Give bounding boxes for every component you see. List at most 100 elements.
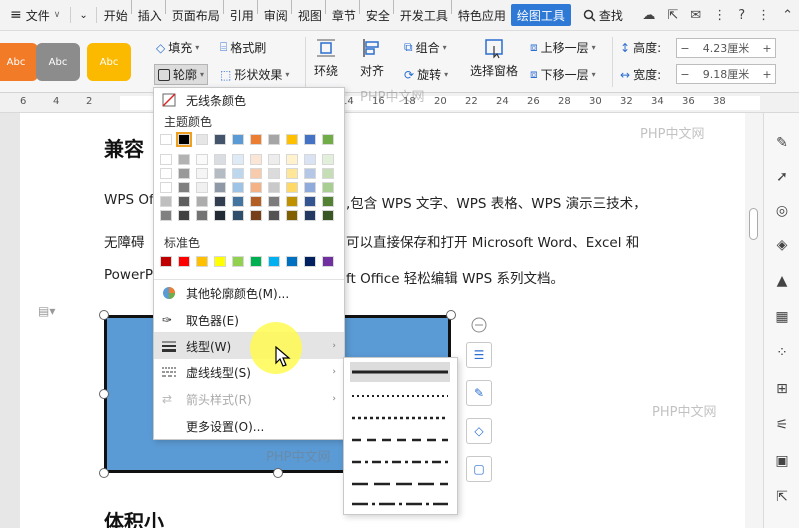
view-icon[interactable]: ⊞: [774, 381, 790, 397]
location-icon[interactable]: ◎: [774, 203, 790, 219]
theme-color-cell[interactable]: [232, 168, 244, 179]
theme-color-cell[interactable]: [232, 182, 244, 193]
theme-color-cell[interactable]: [232, 154, 244, 165]
theme-color-cell[interactable]: [286, 154, 298, 165]
resize-handle[interactable]: [446, 310, 456, 320]
standard-color-cell[interactable]: [286, 256, 298, 267]
shapes-icon[interactable]: ◈: [774, 237, 790, 253]
theme-color-cell[interactable]: [178, 210, 190, 221]
theme-color-cell[interactable]: [268, 210, 280, 221]
fill-style-button[interactable]: ◇: [466, 418, 492, 444]
theme-color-cell[interactable]: [178, 154, 190, 165]
tab-item[interactable]: 视图: [295, 0, 325, 31]
tab-item[interactable]: 开发工具: [397, 0, 451, 31]
theme-color-cell[interactable]: [196, 134, 208, 145]
tab-drawing-tools[interactable]: 绘图工具: [510, 4, 571, 26]
align-button[interactable]: 对齐: [360, 37, 384, 79]
theme-color-cell[interactable]: [214, 134, 226, 145]
theme-color-cell[interactable]: [304, 168, 316, 179]
pen-style-button[interactable]: ✎: [466, 380, 492, 406]
height-input[interactable]: − 4.23厘米 +: [676, 38, 776, 58]
theme-color-cell[interactable]: [232, 196, 244, 207]
shape-effect-button[interactable]: ⬚ 形状效果 ▾: [220, 66, 289, 83]
theme-color-cell[interactable]: [322, 196, 334, 207]
pen-icon[interactable]: ✎: [774, 135, 790, 151]
standard-color-cell[interactable]: [250, 256, 262, 267]
standard-color-cell[interactable]: [214, 256, 226, 267]
theme-color-cell[interactable]: [196, 196, 208, 207]
theme-color-cell[interactable]: [214, 196, 226, 207]
resize-handle[interactable]: [99, 468, 109, 478]
bring-forward-button[interactable]: ⧈ 上移一层 ▾: [530, 39, 596, 56]
theme-color-cell[interactable]: [196, 168, 208, 179]
select-cursor-icon[interactable]: ➚: [774, 169, 790, 185]
theme-color-cell[interactable]: [250, 210, 262, 221]
theme-color-cell[interactable]: [160, 182, 172, 193]
standard-color-cell[interactable]: [268, 256, 280, 267]
settings-sliders-icon[interactable]: ⚟: [774, 417, 790, 433]
more-outline-colors-item[interactable]: 其他轮廓颜色(M)...: [154, 281, 344, 305]
apps-grid-icon[interactable]: ⁘: [774, 345, 790, 361]
theme-color-cell[interactable]: [286, 134, 298, 145]
theme-color-cell[interactable]: [322, 182, 334, 193]
theme-color-cell[interactable]: [304, 134, 316, 145]
standard-color-cell[interactable]: [232, 256, 244, 267]
file-menu[interactable]: ≡ 文件 ∨: [0, 0, 66, 31]
theme-color-cell[interactable]: [304, 210, 316, 221]
dash-type-item[interactable]: 虚线线型(S) ›: [154, 360, 344, 384]
theme-color-cell[interactable]: [214, 154, 226, 165]
theme-color-cell[interactable]: [250, 182, 262, 193]
tab-item[interactable]: 开始: [101, 0, 131, 31]
theme-color-cell[interactable]: [268, 168, 280, 179]
theme-color-cell[interactable]: [178, 196, 190, 207]
increase-width-button[interactable]: +: [759, 68, 775, 81]
theme-color-cell[interactable]: [214, 168, 226, 179]
no-line-color-item[interactable]: 无线条颜色: [154, 88, 344, 112]
standard-color-cell[interactable]: [160, 256, 172, 267]
tab-item[interactable]: 审阅: [261, 0, 291, 31]
standard-color-cell[interactable]: [178, 256, 190, 267]
rotate-button[interactable]: ⟳ 旋转 ▾: [404, 66, 448, 83]
line-type-item[interactable]: 线型(W) ›: [154, 333, 344, 359]
more-settings-item[interactable]: 更多设置(O)...: [154, 414, 344, 438]
shape-style-swatch[interactable]: Abc: [87, 43, 131, 81]
more-dots-icon[interactable]: ⋮: [757, 8, 770, 23]
collapse-icon[interactable]: ⌄: [79, 10, 87, 21]
standard-color-cell[interactable]: [322, 256, 334, 267]
theme-color-cell[interactable]: [286, 168, 298, 179]
resize-handle[interactable]: [99, 389, 109, 399]
more-icon[interactable]: ⋮: [713, 8, 726, 23]
theme-color-cell[interactable]: [160, 134, 172, 145]
theme-color-cell[interactable]: [250, 168, 262, 179]
theme-color-cell[interactable]: [250, 134, 262, 145]
paragraph-icon[interactable]: ▤▾: [38, 304, 55, 318]
line-style-square-dot[interactable]: [350, 408, 450, 428]
cloud-sync-icon[interactable]: ☁: [642, 8, 655, 23]
search-button[interactable]: 查找: [583, 7, 623, 24]
eyedropper-item[interactable]: ✑ 取色器(E): [154, 308, 344, 332]
vertical-scrollbar[interactable]: [745, 113, 763, 528]
tab-item[interactable]: 插入: [135, 0, 165, 31]
theme-color-cell[interactable]: [304, 182, 316, 193]
theme-color-cell[interactable]: [178, 168, 190, 179]
outline-button[interactable]: 轮廓 ▾: [154, 64, 209, 85]
selection-pane-button[interactable]: 选择窗格: [470, 37, 518, 79]
theme-color-cell[interactable]: [160, 210, 172, 221]
increase-height-button[interactable]: +: [759, 42, 775, 55]
text-style-icon[interactable]: ▲: [774, 273, 790, 289]
line-style-round-dot[interactable]: [350, 386, 450, 406]
scrollbar-thumb[interactable]: [749, 208, 758, 240]
tab-item[interactable]: 章节: [329, 0, 359, 31]
group-button[interactable]: ⧉ 组合 ▾: [404, 39, 447, 56]
help-icon[interactable]: ?: [738, 8, 745, 23]
standard-color-cell[interactable]: [304, 256, 316, 267]
theme-color-cell[interactable]: [214, 182, 226, 193]
decrease-width-button[interactable]: −: [677, 68, 693, 81]
theme-color-cell[interactable]: [322, 168, 334, 179]
theme-color-cell[interactable]: [286, 210, 298, 221]
theme-color-cell[interactable]: [250, 154, 262, 165]
fill-button[interactable]: ◇ 填充 ▾: [156, 39, 199, 56]
theme-color-cell[interactable]: [232, 210, 244, 221]
format-painter-button[interactable]: ⌸ 格式刷: [220, 39, 266, 56]
outline-style-button[interactable]: ▢: [466, 456, 492, 482]
